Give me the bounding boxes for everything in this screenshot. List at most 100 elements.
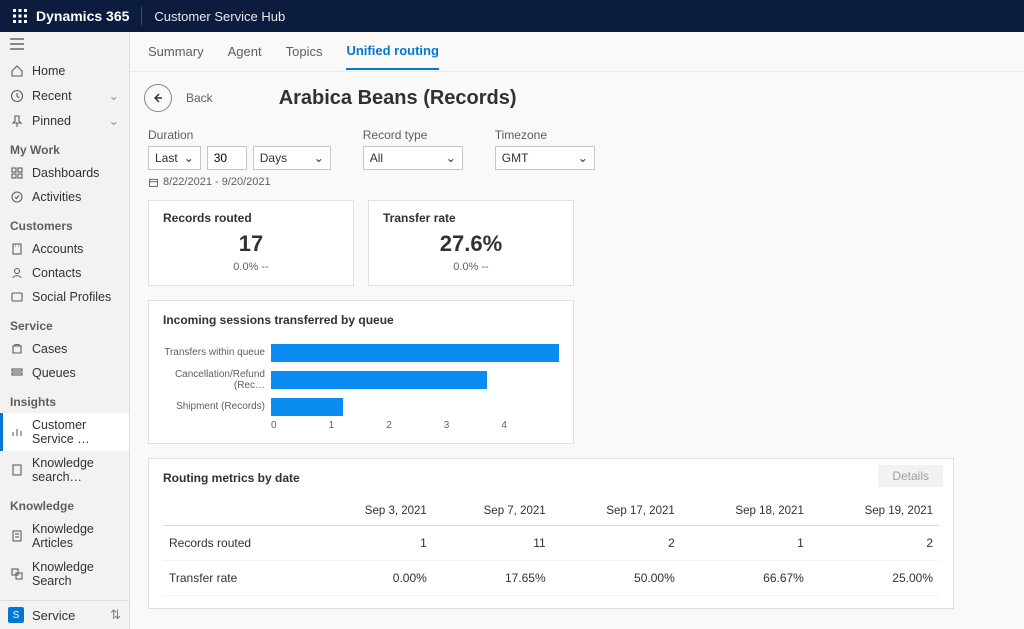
table-cell: 25.00% (810, 561, 939, 596)
dashboard-icon (10, 166, 24, 180)
sidebar-social[interactable]: Social Profiles (0, 285, 129, 309)
tab-topics[interactable]: Topics (286, 34, 323, 69)
case-icon (10, 342, 24, 356)
card-records-routed: Records routed 17 0.0% -- (148, 200, 354, 286)
sidebar-label: Knowledge Search (32, 560, 119, 588)
topbar: Dynamics 365 Customer Service Hub (0, 0, 1024, 32)
chart-bar: Cancellation/Refund (Rec… (163, 366, 559, 393)
chevron-down-icon: ⌄ (446, 151, 456, 165)
chevron-down-icon: ⌄ (109, 113, 119, 128)
card-sub: 0.0% -- (163, 261, 339, 273)
table-row: Records routed111212 (163, 526, 939, 561)
table-cell: 17.65% (433, 561, 552, 596)
sidebar-label: Dashboards (32, 166, 99, 180)
table-header (163, 497, 314, 526)
doc-icon (10, 463, 24, 477)
table-header: Sep 3, 2021 (314, 497, 433, 526)
table-routing-metrics: Details Routing metrics by date Sep 3, 2… (148, 458, 954, 609)
building-icon (10, 242, 24, 256)
axis-tick: 1 (329, 420, 387, 431)
area-picker[interactable]: S Service ⇅ (0, 600, 129, 629)
sidebar-knowledge-articles[interactable]: Knowledge Articles (0, 517, 129, 555)
sidebar-label: Cases (32, 342, 67, 356)
axis-tick: 3 (444, 420, 502, 431)
date-range: 8/22/2021 - 9/20/2021 (148, 176, 954, 188)
sidebar-accounts[interactable]: Accounts (0, 237, 129, 261)
nav-section-knowledge: Knowledge (0, 489, 129, 517)
chevron-down-icon: ⌄ (184, 151, 194, 165)
table-cell: 66.67% (681, 561, 810, 596)
brand-label[interactable]: Dynamics 365 (36, 8, 129, 24)
filter-label-duration: Duration (148, 128, 331, 142)
sidebar-queues[interactable]: Queues (0, 361, 129, 385)
sidebar-label: Contacts (32, 266, 81, 280)
card-value: 17 (163, 231, 339, 257)
details-button[interactable]: Details (878, 465, 943, 487)
sidebar-home[interactable]: Home (0, 59, 129, 83)
nav-section-customers: Customers (0, 209, 129, 237)
area-badge: S (8, 607, 24, 623)
nav-section-mywork: My Work (0, 133, 129, 161)
duration-unit-select[interactable]: Days⌄ (253, 146, 331, 170)
table-cell: 50.00% (552, 561, 681, 596)
chart-bar: Transfers within queue (163, 339, 559, 366)
tab-summary[interactable]: Summary (148, 34, 204, 69)
calendar-icon (148, 177, 159, 188)
timezone-select[interactable]: GMT⌄ (495, 146, 595, 170)
bar-label: Transfers within queue (163, 347, 271, 358)
sidebar-cases[interactable]: Cases (0, 337, 129, 361)
chevron-updown-icon: ⇅ (110, 607, 121, 623)
home-icon (10, 64, 24, 78)
table-row: Transfer rate0.00%17.65%50.00%66.67%25.0… (163, 561, 939, 596)
app-subtitle[interactable]: Customer Service Hub (154, 9, 285, 24)
chevron-down-icon: ⌄ (314, 151, 324, 165)
bar-fill (271, 344, 559, 362)
axis-tick: 0 (271, 420, 329, 431)
back-button[interactable] (144, 84, 172, 112)
sidebar-recent[interactable]: Recent⌄ (0, 83, 129, 108)
back-label[interactable]: Back (186, 91, 213, 105)
table-header: Sep 17, 2021 (552, 497, 681, 526)
axis-tick: 4 (501, 420, 559, 431)
sidebar-label: Accounts (32, 242, 83, 256)
table-cell: 2 (552, 526, 681, 561)
duration-value-input[interactable] (207, 146, 247, 170)
card-transfer-rate: Transfer rate 27.6% 0.0% -- (368, 200, 574, 286)
table-cell: 0.00% (314, 561, 433, 596)
hamburger-icon[interactable] (0, 32, 129, 59)
table-title: Routing metrics by date (163, 471, 939, 485)
tab-agent[interactable]: Agent (228, 34, 262, 69)
divider (141, 7, 142, 25)
article-icon (10, 529, 24, 543)
sidebar-dashboards[interactable]: Dashboards (0, 161, 129, 185)
table-header: Sep 19, 2021 (810, 497, 939, 526)
sidebar-cs-insights[interactable]: Customer Service … (0, 413, 129, 451)
table-cell: 2 (810, 526, 939, 561)
nav-section-service: Service (0, 309, 129, 337)
card-title: Records routed (163, 211, 339, 225)
queue-icon (10, 366, 24, 380)
nav-section-insights: Insights (0, 385, 129, 413)
bar-fill (271, 371, 487, 389)
sidebar-contacts[interactable]: Contacts (0, 261, 129, 285)
sidebar-activities[interactable]: Activities (0, 185, 129, 209)
tab-unified-routing[interactable]: Unified routing (346, 33, 438, 70)
row-label: Transfer rate (163, 561, 314, 596)
sidebar-label: Social Profiles (32, 290, 111, 304)
sidebar-knowledge-search-insights[interactable]: Knowledge search… (0, 451, 129, 489)
waffle-icon[interactable] (8, 4, 32, 28)
person-icon (10, 266, 24, 280)
filters: Duration Last⌄ Days⌄ Record type All⌄ Ti… (148, 128, 954, 170)
duration-period-select[interactable]: Last⌄ (148, 146, 201, 170)
metrics-table: Sep 3, 2021Sep 7, 2021Sep 17, 2021Sep 18… (163, 497, 939, 596)
bar-label: Cancellation/Refund (Rec… (163, 369, 271, 391)
sidebar: Home Recent⌄ Pinned⌄ My Work Dashboards … (0, 32, 130, 629)
bar-label: Shipment (Records) (163, 401, 271, 412)
clock-icon (10, 89, 24, 103)
table-header: Sep 18, 2021 (681, 497, 810, 526)
chevron-down-icon: ⌄ (109, 88, 119, 103)
recordtype-select[interactable]: All⌄ (363, 146, 463, 170)
sidebar-knowledge-search[interactable]: Knowledge Search (0, 555, 129, 593)
sidebar-pinned[interactable]: Pinned⌄ (0, 108, 129, 133)
chart-bar: Shipment (Records) (163, 393, 559, 420)
